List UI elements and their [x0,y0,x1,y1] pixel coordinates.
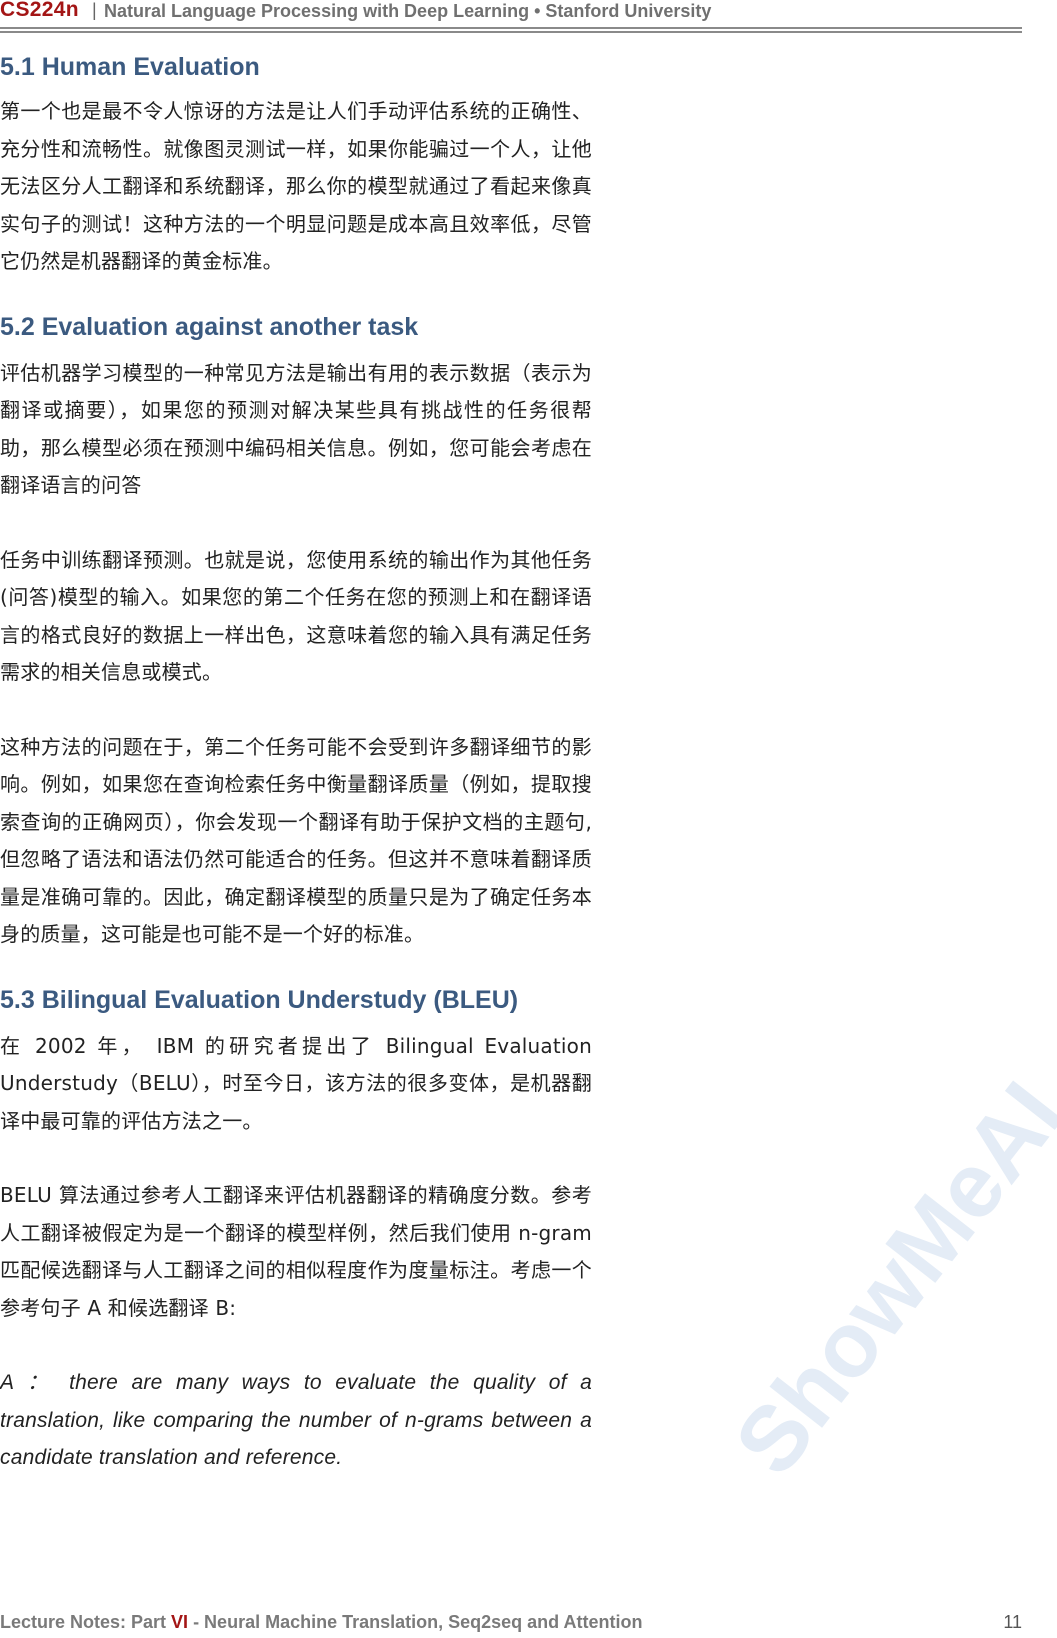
section-paragraph: 评估机器学习模型的一种常见方法是输出有用的表示数据（表示为翻译或摘要），如果您的… [0,360,592,498]
header-separator: | [92,0,97,20]
page-header: CS224n | Natural Language Processing wit… [0,0,1022,33]
footer-lecture-title: - Neural Machine Translation, Seq2seq an… [188,1612,643,1632]
header-title: Natural Language Processing with Deep Le… [104,1,712,21]
main-content: 5.1 Human Evaluation 第一个也是最不令人惊讶的方法是让人们手… [0,40,592,1477]
section-paragraph: 在 2002 年， IBM 的研究者提出了 Bilingual Evaluati… [0,1033,592,1133]
footer-part-number: VI [171,1612,189,1632]
footer-prefix: Lecture Notes: Part [0,1612,172,1632]
header-rule-bottom [0,31,1022,33]
section-title-evaluation-against-task: 5.2 Evaluation against another task [0,312,419,341]
page-footer: Lecture Notes: Part VI - Neural Machine … [0,1612,1022,1633]
section-paragraph: 这种方法的问题在于，第二个任务可能不会受到许多翻译细节的影响。例如，如果您在查询… [0,734,592,947]
watermark: ShowMeAI [715,1064,1057,1494]
section-title-bleu: 5.3 Bilingual Evaluation Understudy (BLE… [0,985,519,1014]
section-title-human-evaluation: 5.1 Human Evaluation [0,53,260,81]
course-brand: CS224n [0,0,79,21]
header-rule-top [0,27,1022,29]
section-paragraph: 任务中训练翻译预测。也就是说，您使用系统的输出作为其他任务(问答)模型的输入。如… [0,547,592,685]
section-paragraph: BELU 算法通过参考人工翻译来评估机器翻译的精确度分数。参考人工翻译被假定为是… [0,1183,592,1320]
page-number: 11 [1003,1612,1022,1632]
section-paragraph: 第一个也是最不令人惊讶的方法是让人们手动评估系统的正确性、充分性和流畅性。就像图… [0,99,592,273]
reference-sentence-a: A ： there are many ways to evaluate the … [0,1371,592,1469]
